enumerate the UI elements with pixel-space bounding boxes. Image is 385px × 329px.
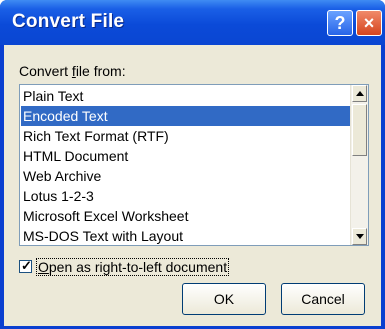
rtl-checkbox-label[interactable]: Open as right-to-left document xyxy=(36,258,230,276)
file-format-list[interactable]: Plain Text Encoded Text Rich Text Format… xyxy=(19,84,369,246)
list-item[interactable]: MS-DOS Text with Layout xyxy=(21,226,351,246)
list-item[interactable]: Microsoft Excel Worksheet xyxy=(21,206,351,226)
scroll-down-arrow-icon xyxy=(356,234,364,239)
list-item[interactable]: Lotus 1-2-3 xyxy=(21,186,351,206)
list-items: Plain Text Encoded Text Rich Text Format… xyxy=(21,86,351,246)
ok-button[interactable]: OK xyxy=(182,283,266,315)
cancel-button[interactable]: Cancel xyxy=(281,283,365,315)
convert-from-label: Convert file from: xyxy=(19,63,126,79)
list-item-selected[interactable]: Encoded Text xyxy=(21,106,351,126)
scroll-down-button[interactable] xyxy=(352,228,367,245)
list-item[interactable]: Rich Text Format (RTF) xyxy=(21,126,351,146)
vertical-scrollbar[interactable] xyxy=(350,85,368,245)
scroll-up-arrow-icon xyxy=(356,91,364,96)
list-item[interactable]: HTML Document xyxy=(21,146,351,166)
checkmark-icon: ✓ xyxy=(21,258,32,273)
window-title: Convert File xyxy=(12,11,125,32)
list-item[interactable]: Plain Text xyxy=(21,86,351,106)
convert-file-dialog: Convert File ? × Convert file from: Plai… xyxy=(0,0,385,329)
rtl-checkbox[interactable]: ✓ xyxy=(19,258,32,273)
dialog-body: Convert file from: Plain Text Encoded Te… xyxy=(4,45,381,326)
scrollbar-thumb[interactable] xyxy=(352,104,367,156)
close-button[interactable]: × xyxy=(356,10,382,36)
help-button[interactable]: ? xyxy=(327,10,353,36)
title-bar[interactable]: Convert File ? × xyxy=(0,0,385,45)
list-item[interactable]: Web Archive xyxy=(21,166,351,186)
scroll-up-button[interactable] xyxy=(352,85,367,102)
